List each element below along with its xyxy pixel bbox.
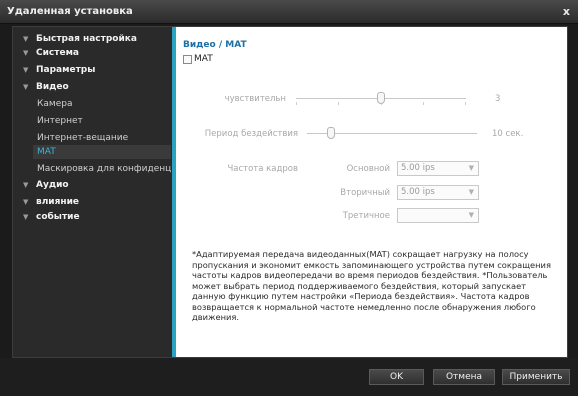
sidebar-item-influence[interactable]: ▼ влияние [23, 195, 79, 209]
cancel-button[interactable]: Отмена [433, 369, 495, 385]
tick-mark [465, 102, 466, 105]
frame-rate-label: Частота кадров [227, 164, 298, 174]
tick-mark [338, 102, 339, 105]
sidebar-item-event[interactable]: ▼ событие [23, 210, 80, 224]
triangle-down-icon: ▼ [23, 83, 29, 91]
sidebar-item-internet[interactable]: Интернет [37, 114, 83, 128]
sidebar-item-quick-setup[interactable]: ▼ Быстрая настройка [23, 32, 137, 46]
sidebar-item-camera[interactable]: Камера [37, 97, 72, 111]
triangle-down-icon: ▼ [23, 213, 29, 221]
chevron-down-icon: ▼ [468, 188, 474, 196]
window-title: Удаленная установка [7, 6, 133, 17]
idle-period-unit: сек. [505, 129, 524, 139]
triangle-down-icon: ▼ [23, 181, 29, 189]
mat-checkbox[interactable] [183, 55, 192, 64]
close-icon[interactable]: x [563, 5, 570, 18]
sidebar: ▼ Быстрая настройка ▼ Система ▼ Параметры ▼… [13, 27, 171, 357]
tertiary-frame-rate-select[interactable]: ▼ [397, 208, 479, 223]
sidebar-item-audio[interactable]: ▼ Аудио [23, 178, 69, 192]
sensitivity-slider-thumb[interactable] [377, 92, 385, 104]
apply-button[interactable]: Применить [502, 369, 570, 385]
idle-period-slider-thumb[interactable] [327, 127, 335, 139]
triangle-down-icon: ▼ [23, 198, 29, 206]
settings-frame: ▼ Быстрая настройка ▼ Система ▼ Параметры ▼… [12, 26, 568, 358]
title-bar: Удаленная установка x [0, 0, 578, 24]
secondary-label: Вторичный [340, 188, 390, 198]
page-title: Видео / MAT [183, 40, 247, 50]
idle-period-label: Период бездействия [204, 129, 298, 139]
sidebar-item-mat[interactable]: MAT [33, 145, 171, 159]
sidebar-item-system[interactable]: ▼ Система [23, 46, 79, 60]
primary-frame-rate-select[interactable]: 5.00 ips ▼ [397, 161, 479, 176]
sensitivity-label: чувствительн [224, 94, 286, 104]
sidebar-item-streaming[interactable]: Интернет-вещание [37, 131, 128, 145]
mat-checkbox-label: MAT [194, 54, 213, 64]
primary-label: Основной [346, 164, 390, 174]
tick-mark [423, 102, 424, 105]
sidebar-item-parameters[interactable]: ▼ Параметры [23, 63, 95, 77]
secondary-frame-rate-select[interactable]: 5.00 ips ▼ [397, 185, 479, 200]
triangle-down-icon: ▼ [23, 66, 29, 74]
content-panel: Видео / MAT MAT чувствительн 3 Период бе… [176, 27, 567, 357]
sidebar-item-video[interactable]: ▼ Видео [23, 80, 69, 94]
tick-mark [296, 102, 297, 105]
dialog-footer: OK Отмена Применить [0, 358, 578, 396]
mat-description-note: *Адаптируемая передача видеоданных(MAT) … [192, 249, 551, 322]
tertiary-label: Третичное [342, 211, 390, 221]
sidebar-item-privacy-mask[interactable]: Маскировка для конфиденци [37, 162, 171, 176]
triangle-down-icon: ▼ [23, 49, 29, 57]
chevron-down-icon: ▼ [468, 164, 474, 172]
sensitivity-value: 3 [495, 94, 501, 104]
ok-button[interactable]: OK [369, 369, 424, 385]
idle-period-value: 10 сек. [492, 129, 524, 139]
triangle-down-icon: ▼ [23, 35, 29, 43]
chevron-down-icon: ▼ [468, 211, 474, 219]
